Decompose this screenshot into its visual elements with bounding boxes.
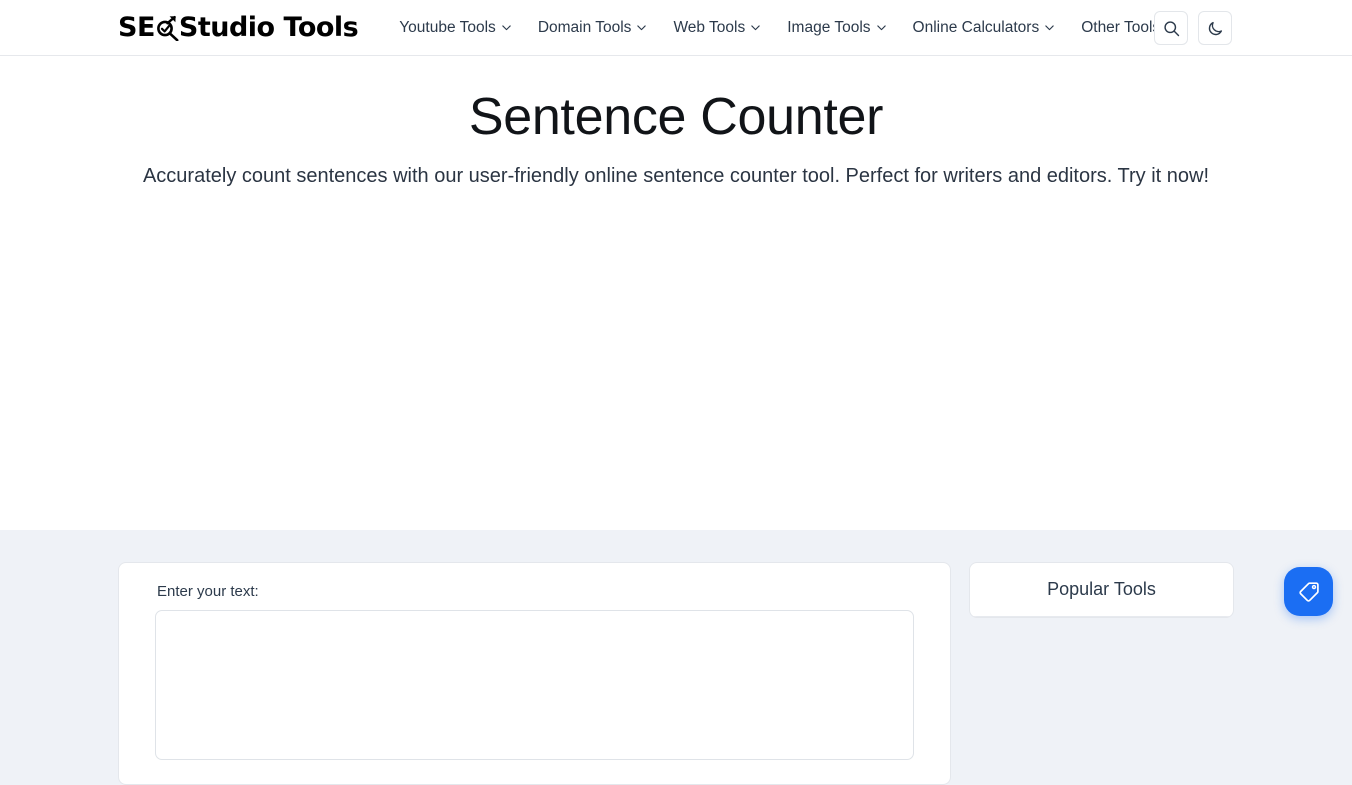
page-title: Sentence Counter bbox=[120, 88, 1232, 146]
nav-item-youtube-tools[interactable]: Youtube Tools bbox=[386, 14, 525, 42]
site-logo[interactable]: SE Studio Tools bbox=[118, 0, 358, 56]
chevron-down-icon bbox=[1044, 22, 1055, 33]
offers-fab-button[interactable] bbox=[1284, 567, 1333, 616]
moon-icon bbox=[1207, 20, 1224, 37]
search-icon bbox=[1163, 20, 1180, 37]
chevron-down-icon bbox=[501, 22, 512, 33]
search-button[interactable] bbox=[1154, 11, 1188, 45]
nav-item-label: Youtube Tools bbox=[399, 20, 496, 36]
header-actions bbox=[1154, 0, 1232, 56]
tag-icon bbox=[1297, 580, 1321, 604]
nav-item-image-tools[interactable]: Image Tools bbox=[774, 14, 899, 42]
nav-item-web-tools[interactable]: Web Tools bbox=[660, 14, 774, 42]
sentence-counter-card: Enter your text: bbox=[118, 562, 951, 785]
tool-section: Enter your text: Popular Tools bbox=[0, 530, 1352, 785]
nav-item-label: Image Tools bbox=[787, 20, 870, 36]
tool-grid: Enter your text: Popular Tools bbox=[118, 562, 1234, 785]
nav-item-label: Online Calculators bbox=[913, 20, 1040, 36]
text-input-label: Enter your text: bbox=[157, 583, 914, 601]
popular-tools-card: Popular Tools bbox=[969, 562, 1234, 618]
site-header: SE Studio Tools Youtube Tools Domain Too… bbox=[0, 0, 1352, 56]
logo-text-se: SE bbox=[118, 12, 155, 43]
page-subtitle: Accurately count sentences with our user… bbox=[131, 162, 1221, 190]
chevron-down-icon bbox=[636, 22, 647, 33]
logo-text-studio-tools: Studio Tools bbox=[179, 12, 358, 43]
chevron-down-icon bbox=[750, 22, 761, 33]
nav-item-online-calculators[interactable]: Online Calculators bbox=[900, 14, 1069, 42]
hero-section: Sentence Counter Accurately count senten… bbox=[0, 56, 1352, 530]
chevron-down-icon bbox=[876, 22, 887, 33]
nav-item-label: Web Tools bbox=[673, 20, 745, 36]
magnifier-arrow-icon bbox=[154, 15, 180, 41]
nav-item-label: Domain Tools bbox=[538, 20, 632, 36]
popular-tools-title: Popular Tools bbox=[970, 563, 1233, 617]
main-navigation: Youtube Tools Domain Tools Web Tools Ima… bbox=[386, 14, 1189, 42]
nav-item-domain-tools[interactable]: Domain Tools bbox=[525, 14, 661, 42]
dark-mode-toggle[interactable] bbox=[1198, 11, 1232, 45]
nav-item-label: Other Tools bbox=[1081, 20, 1160, 36]
